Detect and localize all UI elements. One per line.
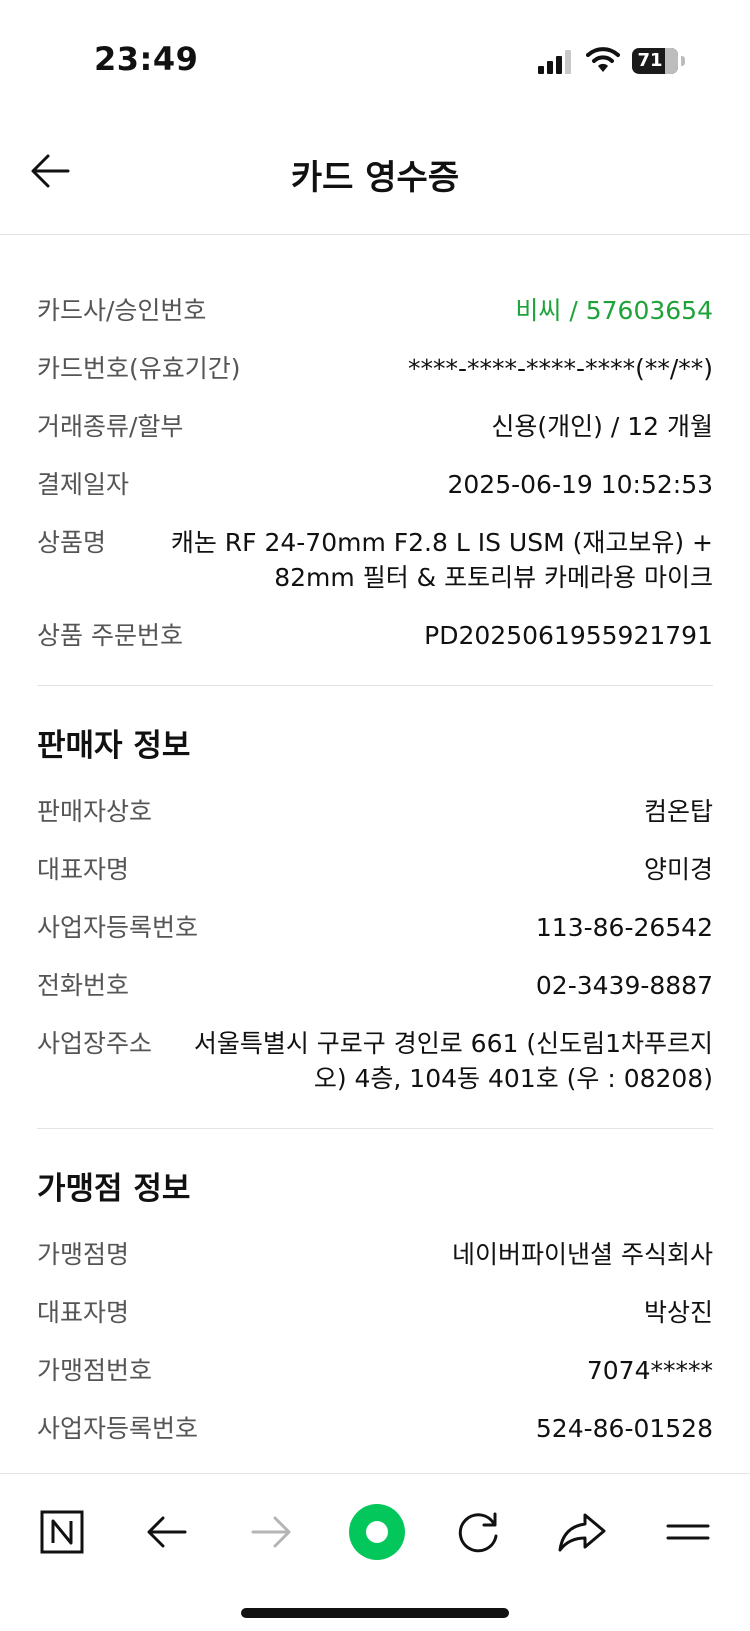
row-card-number: 카드번호(유효기간) ****-****-****-****(**/**): [37, 351, 713, 386]
value-seller-biz-number: 113-86-26542: [535, 913, 713, 942]
value-merchant-name: 네이버파이낸셜 주식회사: [452, 1240, 713, 1269]
value-seller-phone: 02-3439-8887: [535, 971, 713, 1000]
row-seller-ceo: 대표자명 양미경: [37, 852, 713, 887]
wifi-icon: [586, 47, 620, 72]
value-transaction-type: 신용(개인) / 12 개월: [491, 412, 713, 441]
home-circle-icon[interactable]: [343, 1498, 411, 1566]
value-seller-name: 컴온탑: [643, 797, 713, 826]
row-merchant-number: 가맹점번호 7074*****: [37, 1353, 713, 1388]
status-time: 23:49: [94, 40, 199, 78]
row-merchant-name: 가맹점명 네이버파이낸셜 주식회사: [37, 1237, 713, 1272]
row-seller-address: 사업장주소 서울특별시 구로구 경인로 661 (신도림1차푸르지오) 4층, …: [37, 1026, 713, 1096]
row-merchant-biz-number: 사업자등록번호 524-86-01528: [37, 1411, 713, 1446]
label-seller-name: 판매자상호: [37, 797, 153, 826]
status-bar: 23:49 71: [0, 0, 750, 110]
label-order-number: 상품 주문번호: [37, 621, 183, 650]
value-seller-ceo: 양미경: [643, 855, 713, 884]
value-seller-address: 서울특별시 구로구 경인로 661 (신도림1차푸르지오) 4층, 104동 4…: [193, 1029, 713, 1093]
battery-level: 71: [637, 50, 663, 71]
label-seller-biz-number: 사업자등록번호: [37, 913, 199, 942]
label-card-company: 카드사/승인번호: [37, 296, 207, 325]
row-seller-biz-number: 사업자등록번호 113-86-26542: [37, 910, 713, 945]
row-order-number: 상품 주문번호 PD2025061955921791: [37, 618, 713, 653]
label-seller-address: 사업장주소: [37, 1029, 153, 1058]
value-product-name: 캐논 RF 24-70mm F2.8 L IS USM (재고보유) + 82m…: [170, 528, 713, 592]
back-arrow-icon[interactable]: [137, 1502, 197, 1562]
label-merchant-number: 가맹점번호: [37, 1356, 153, 1385]
label-card-number: 카드번호(유효기간): [37, 354, 241, 383]
value-card-number: ****-****-****-****(**/**): [408, 354, 713, 383]
row-merchant-ceo: 대표자명 박상진: [37, 1295, 713, 1330]
row-transaction-type: 거래종류/할부 신용(개인) / 12 개월: [37, 409, 713, 444]
seller-section-title: 판매자 정보: [37, 728, 191, 764]
label-seller-ceo: 대표자명: [37, 855, 130, 884]
page-title: 카드 영수증: [290, 158, 460, 198]
menu-icon[interactable]: [658, 1502, 718, 1562]
label-seller-phone: 전화번호: [37, 971, 130, 1000]
label-merchant-name: 가맹점명: [37, 1240, 130, 1269]
battery-tip: [681, 56, 685, 66]
label-transaction-type: 거래종류/할부: [37, 412, 184, 441]
refresh-icon[interactable]: [448, 1502, 508, 1562]
bottom-toolbar: [0, 1473, 750, 1631]
header: 카드 영수증: [0, 110, 750, 235]
row-product-name: 상품명 캐논 RF 24-70mm F2.8 L IS USM (재고보유) +…: [37, 525, 713, 595]
section-divider: [37, 1128, 713, 1129]
value-merchant-number: 7074*****: [586, 1356, 713, 1385]
row-seller-phone: 전화번호 02-3439-8887: [37, 968, 713, 1003]
forward-arrow-icon[interactable]: [241, 1502, 301, 1562]
share-icon[interactable]: [552, 1502, 612, 1562]
value-card-company: 비씨 / 57603654: [515, 296, 713, 325]
label-merchant-biz-number: 사업자등록번호: [37, 1414, 199, 1443]
value-order-number: PD2025061955921791: [424, 621, 713, 650]
value-payment-date: 2025-06-19 10:52:53: [447, 470, 713, 499]
row-card-company: 카드사/승인번호 비씨 / 57603654: [37, 293, 713, 328]
cellular-signal-icon: [538, 50, 572, 74]
label-payment-date: 결제일자: [37, 470, 130, 499]
row-seller-name: 판매자상호 컴온탑: [37, 794, 713, 829]
value-merchant-biz-number: 524-86-01528: [535, 1414, 713, 1443]
receipt-content: 카드사/승인번호 비씨 / 57603654 카드번호(유효기간) ****-*…: [37, 235, 713, 1469]
row-payment-date: 결제일자 2025-06-19 10:52:53: [37, 467, 713, 502]
home-indicator: [241, 1608, 509, 1618]
label-product-name: 상품명: [37, 528, 107, 557]
label-merchant-ceo: 대표자명: [37, 1298, 130, 1327]
battery-icon: 71: [632, 48, 678, 74]
naver-n-icon[interactable]: [32, 1502, 92, 1562]
section-divider: [37, 685, 713, 686]
merchant-section-title: 가맹점 정보: [37, 1171, 191, 1207]
value-merchant-ceo: 박상진: [643, 1298, 713, 1327]
